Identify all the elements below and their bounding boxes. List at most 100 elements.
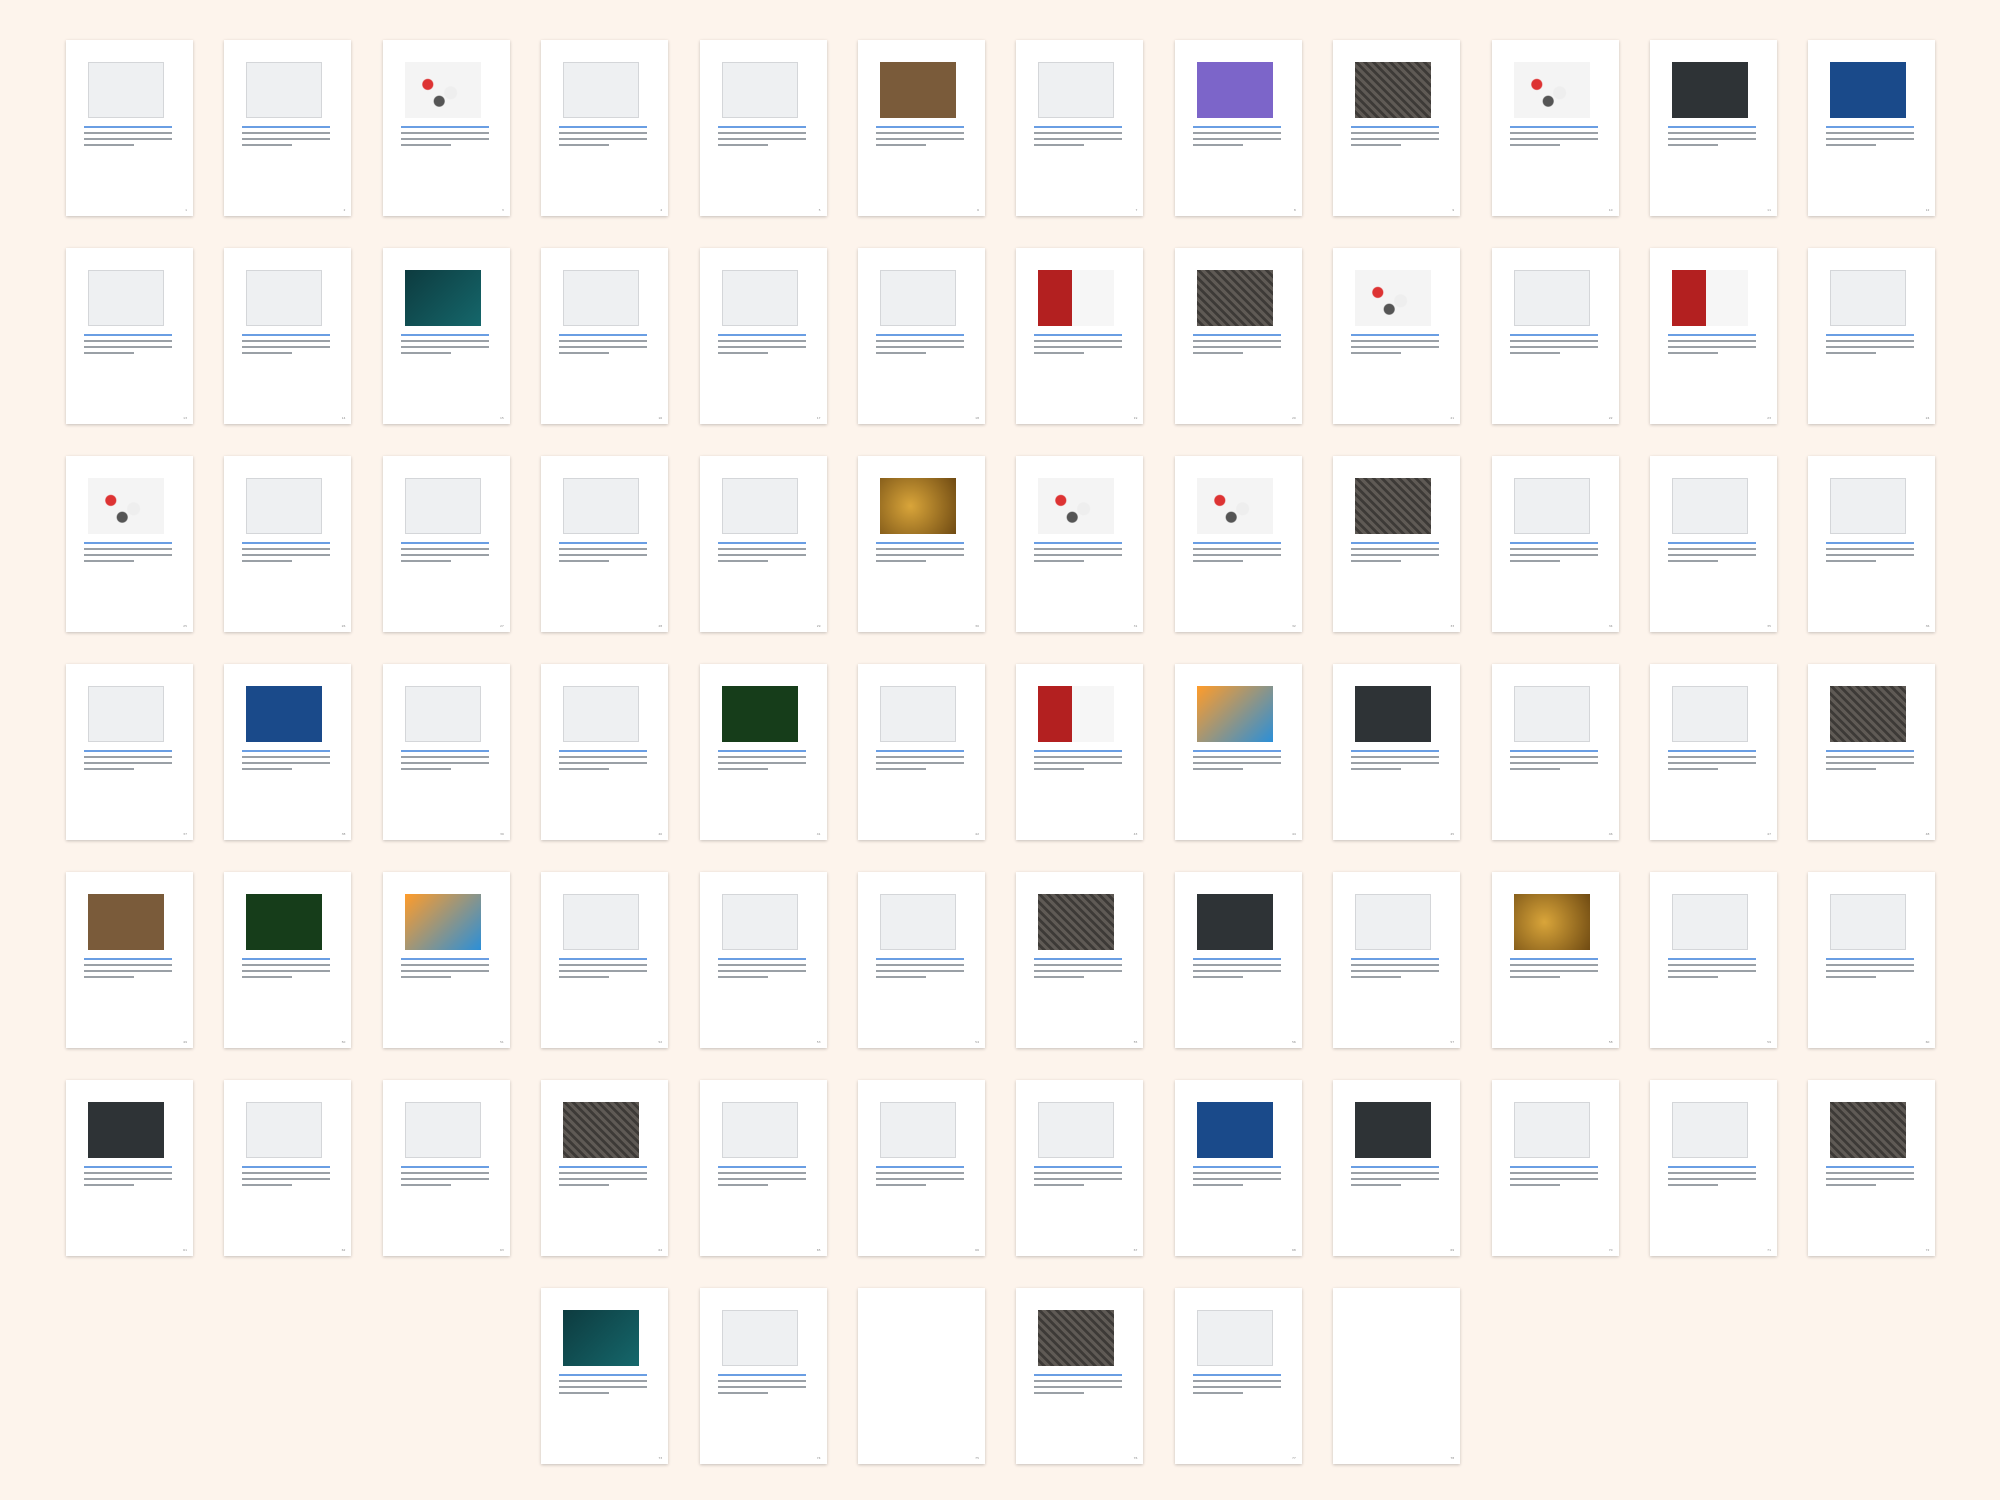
page-thumbnail[interactable]: 62 (224, 1080, 352, 1256)
page-thumbnail[interactable]: 44 (1174, 664, 1302, 840)
page-thumbnail[interactable]: 6 (858, 40, 985, 216)
page-thumbnail[interactable]: 38 (224, 664, 352, 840)
page-thumbnail[interactable]: 40 (541, 664, 669, 840)
page-thumbnail[interactable]: 56 (1174, 872, 1302, 1048)
page-thumbnail[interactable]: 58 (1491, 872, 1619, 1048)
page-thumbnail[interactable]: 61 (66, 1080, 193, 1256)
page-thumbnail[interactable]: 67 (1016, 1080, 1144, 1256)
page-thumbnail[interactable]: 10 (1491, 40, 1619, 216)
page-thumbnail[interactable]: 3 (382, 40, 510, 216)
page-thumbnail[interactable]: 4 (541, 40, 669, 216)
page-thumbnail[interactable]: 77 (1174, 1288, 1302, 1464)
page-thumbnail[interactable]: 21 (1333, 248, 1461, 424)
page-thumbnail[interactable]: 76 (1016, 1288, 1144, 1464)
page-thumbnail[interactable]: 14 (224, 248, 352, 424)
page-number: 16 (658, 416, 663, 420)
page-thumbnail[interactable]: 12 (1808, 40, 1936, 216)
page-thumbnail[interactable]: 41 (699, 664, 827, 840)
page-text-line (1192, 554, 1281, 556)
page-thumbnail[interactable]: 20 (1174, 248, 1302, 424)
page-thumbnail[interactable]: 32 (1174, 456, 1302, 632)
page-text-line (1192, 1374, 1281, 1376)
page-thumbnail[interactable]: 1 (66, 40, 193, 216)
page-thumbnail[interactable]: 73 (541, 1288, 669, 1464)
page-thumbnail[interactable]: 15 (382, 248, 510, 424)
page-thumbnail[interactable]: 59 (1650, 872, 1777, 1048)
page-thumbnail[interactable]: 29 (699, 456, 827, 632)
page-thumbnail[interactable]: 78 (1333, 1288, 1461, 1464)
page-thumbnail[interactable]: 34 (1491, 456, 1619, 632)
page-thumbnail[interactable]: 30 (858, 456, 985, 632)
page-text-line (717, 548, 806, 550)
page-thumbnail[interactable]: 11 (1650, 40, 1777, 216)
page-thumbnail[interactable]: 74 (699, 1288, 827, 1464)
page-thumbnail[interactable]: 18 (858, 248, 985, 424)
page-thumbnail[interactable]: 64 (541, 1080, 669, 1256)
page-thumbnail[interactable]: 8 (1174, 40, 1302, 216)
page-thumbnail[interactable]: 50 (224, 872, 352, 1048)
page-thumbnail[interactable]: 65 (699, 1080, 827, 1256)
page-text-line (1034, 346, 1123, 348)
page-thumbnail[interactable]: 2 (224, 40, 352, 216)
page-number: 7 (1135, 208, 1138, 212)
page-thumbnail[interactable]: 28 (541, 456, 669, 632)
page-thumbnail[interactable]: 53 (699, 872, 827, 1048)
page-thumbnail[interactable]: 45 (1333, 664, 1461, 840)
page-figure (404, 686, 481, 742)
page-number: 74 (816, 1456, 821, 1460)
page-figure (563, 1102, 640, 1158)
page-thumbnail[interactable]: 46 (1491, 664, 1619, 840)
page-thumbnail[interactable]: 72 (1808, 1080, 1936, 1256)
page-thumbnail[interactable]: 68 (1174, 1080, 1302, 1256)
page-thumbnail[interactable]: 26 (224, 456, 352, 632)
page-thumbnail[interactable]: 9 (1333, 40, 1461, 216)
page-thumbnail[interactable]: 24 (1808, 248, 1936, 424)
page-thumbnail[interactable]: 22 (1491, 248, 1619, 424)
page-thumbnail[interactable]: 39 (382, 664, 510, 840)
page-thumbnail[interactable]: 17 (699, 248, 827, 424)
page-text-line (559, 144, 610, 146)
page-thumbnail[interactable]: 27 (382, 456, 510, 632)
page-thumbnail[interactable]: 33 (1333, 456, 1461, 632)
page-thumbnail[interactable]: 43 (1016, 664, 1144, 840)
page-thumbnail[interactable]: 47 (1650, 664, 1777, 840)
page-thumbnail[interactable]: 25 (66, 456, 193, 632)
page-text-line (1351, 750, 1440, 752)
page-figure (1830, 62, 1907, 118)
page-text-line (242, 762, 331, 764)
page-thumbnail[interactable]: 48 (1808, 664, 1936, 840)
page-figure (1513, 62, 1590, 118)
page-thumbnail[interactable]: 60 (1808, 872, 1936, 1048)
page-text-line (84, 970, 172, 972)
page-text-line (717, 1184, 768, 1186)
page-text-line (876, 762, 964, 764)
page-thumbnail[interactable]: 5 (699, 40, 827, 216)
page-thumbnail[interactable]: 13 (66, 248, 193, 424)
page-thumbnail[interactable]: 71 (1650, 1080, 1777, 1256)
page-thumbnail[interactable]: 23 (1650, 248, 1777, 424)
page-figure (1513, 686, 1590, 742)
page-thumbnail[interactable]: 42 (858, 664, 985, 840)
page-text-line (717, 964, 806, 966)
page-thumbnail[interactable]: 35 (1650, 456, 1777, 632)
page-text-line (1668, 352, 1718, 354)
page-thumbnail[interactable]: 69 (1333, 1080, 1461, 1256)
page-text-line (242, 352, 293, 354)
page-thumbnail[interactable]: 54 (858, 872, 985, 1048)
page-thumbnail[interactable]: 36 (1808, 456, 1936, 632)
page-thumbnail[interactable]: 31 (1016, 456, 1144, 632)
page-thumbnail[interactable]: 55 (1016, 872, 1144, 1048)
page-thumbnail[interactable]: 66 (858, 1080, 985, 1256)
page-thumbnail[interactable]: 70 (1491, 1080, 1619, 1256)
page-thumbnail[interactable]: 57 (1333, 872, 1461, 1048)
page-thumbnail[interactable]: 51 (382, 872, 510, 1048)
page-text-line (84, 548, 172, 550)
page-thumbnail[interactable]: 49 (66, 872, 193, 1048)
page-thumbnail[interactable]: 37 (66, 664, 193, 840)
page-thumbnail[interactable]: 19 (1016, 248, 1144, 424)
page-thumbnail[interactable]: 7 (1016, 40, 1144, 216)
page-thumbnail[interactable]: 63 (382, 1080, 510, 1256)
page-thumbnail[interactable]: 16 (541, 248, 669, 424)
page-thumbnail[interactable]: 75 (858, 1288, 985, 1464)
page-thumbnail[interactable]: 52 (541, 872, 669, 1048)
